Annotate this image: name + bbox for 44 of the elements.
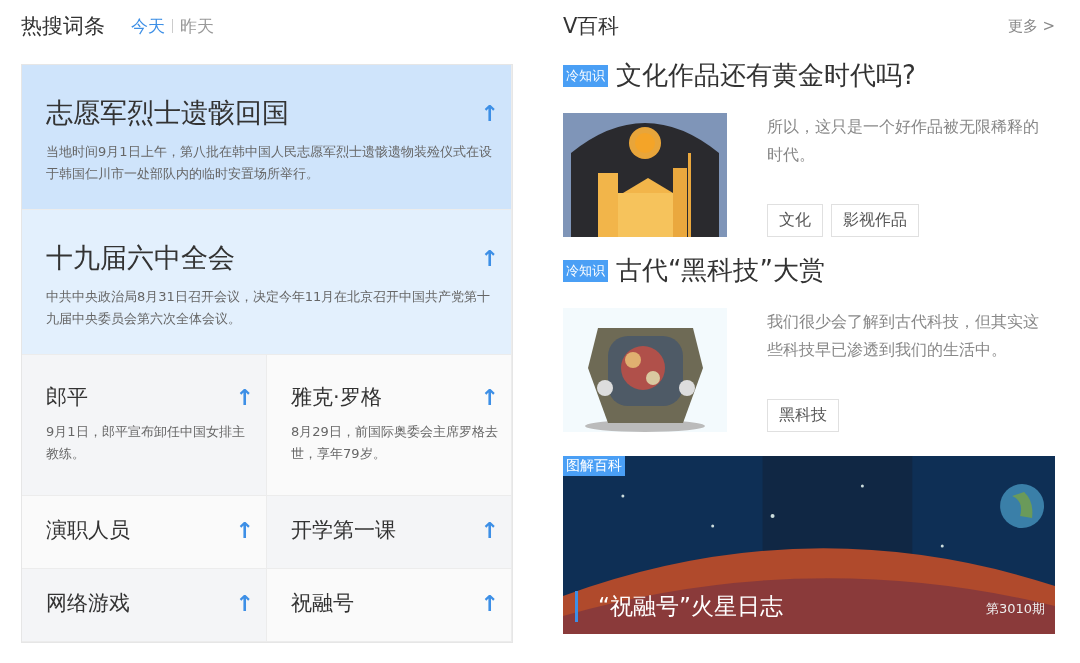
trend-card[interactable]: 网络游戏 ↑ <box>22 569 267 642</box>
trend-card[interactable]: 开学第一课 ↑ <box>267 496 512 569</box>
trend-title: 雅克·罗格 <box>291 384 382 411</box>
topic-tag[interactable]: 文化 <box>767 204 823 237</box>
trend-description: 中共中央政治局8月31日召开会议，决定今年11月在北京召开中国共产党第十九届中央委员会第六次全体会议。 <box>46 288 492 328</box>
trend-card[interactable]: 祝融号 ↑ <box>267 569 512 642</box>
trend-arrow: ↑ <box>235 384 254 410</box>
category-badge: 冷知识 <box>563 64 608 87</box>
trend-arrow: ↑ <box>480 517 499 543</box>
topic-tag[interactable]: 影视作品 <box>831 204 919 237</box>
more-link[interactable]: 更多 > <box>1007 16 1055 36</box>
trend-description: 8月29日，前国际奥委会主席罗格去世，享年79岁。 <box>291 423 499 463</box>
trend-arrow: ↑ <box>235 517 254 543</box>
issue-number: 第3010期 <box>985 600 1045 618</box>
trend-arrow: ↑ <box>480 590 499 616</box>
trend-card[interactable]: 雅克·罗格 ↑ 8月29日，前国际奥委会主席罗格去世，享年79岁。 <box>267 355 512 496</box>
section-title: V百科 <box>563 13 620 40</box>
trend-title: 十九届六中全会 <box>46 241 235 275</box>
trend-description: 当地时间9月1日上午，第八批在韩中国人民志愿军烈士遗骸遗物装殓仪式在设于韩国仁川市一处部队内的临时安置场所举行。 <box>46 143 493 183</box>
category-badge: 冷知识 <box>563 259 608 282</box>
section-title: 热搜词条 <box>21 13 105 40</box>
trend-title: 祝融号 <box>291 590 354 617</box>
trend-card[interactable]: 演职人员 ↑ <box>22 496 267 569</box>
trend-arrow: ↑ <box>480 384 499 410</box>
trend-title: 网络游戏 <box>46 590 130 617</box>
article-title[interactable]: 古代“黑科技”大赏 <box>616 253 825 288</box>
trend-title: 开学第一课 <box>291 517 396 544</box>
trend-arrow: ↑ <box>235 590 254 616</box>
trend-title: 演职人员 <box>46 517 130 544</box>
trend-card[interactable]: 十九届六中全会 ↑ 中共中央政治局8月31日召开会议，决定今年11月在北京召开中国共产党第十九届中央委员会第六次全体会议。 <box>22 210 512 355</box>
trend-card[interactable]: 志愿军烈士遗骸回国 ↑ 当地时间9月1日上午，第八批在韩中国人民志愿军烈士遗骸遗物装殓仪式在设于韩国仁川市一处部队内的临时安置场所举行。 <box>22 65 512 210</box>
article-summary: 我们很少会了解到古代科技，但其实这些科技早已渗透到我们的生活中。 <box>767 311 1040 361</box>
banner-card[interactable]: 图解百科 “祝融号”火星日志 第3010期 <box>563 456 1055 634</box>
category-badge: 图解百科 <box>563 456 625 476</box>
article-title[interactable]: 文化作品还有黄金时代吗? <box>616 58 916 93</box>
banner-title: “祝融号”火星日志 <box>575 591 783 622</box>
trend-arrow: ↑ <box>480 100 499 126</box>
article-summary: 所以，这只是一个好作品被无限稀释的时代。 <box>767 116 1040 166</box>
trend-title: 郎平 <box>46 384 88 411</box>
trend-title: 志愿军烈士遗骸回国 <box>46 96 289 130</box>
trend-card[interactable]: 郎平 ↑ 9月1日，郎平宣布卸任中国女排主教练。 <box>22 355 267 496</box>
topic-tag[interactable]: 黑科技 <box>767 399 839 432</box>
trend-description: 9月1日，郎平宣布卸任中国女排主教练。 <box>46 423 246 463</box>
trend-arrow: ↑ <box>480 245 499 271</box>
